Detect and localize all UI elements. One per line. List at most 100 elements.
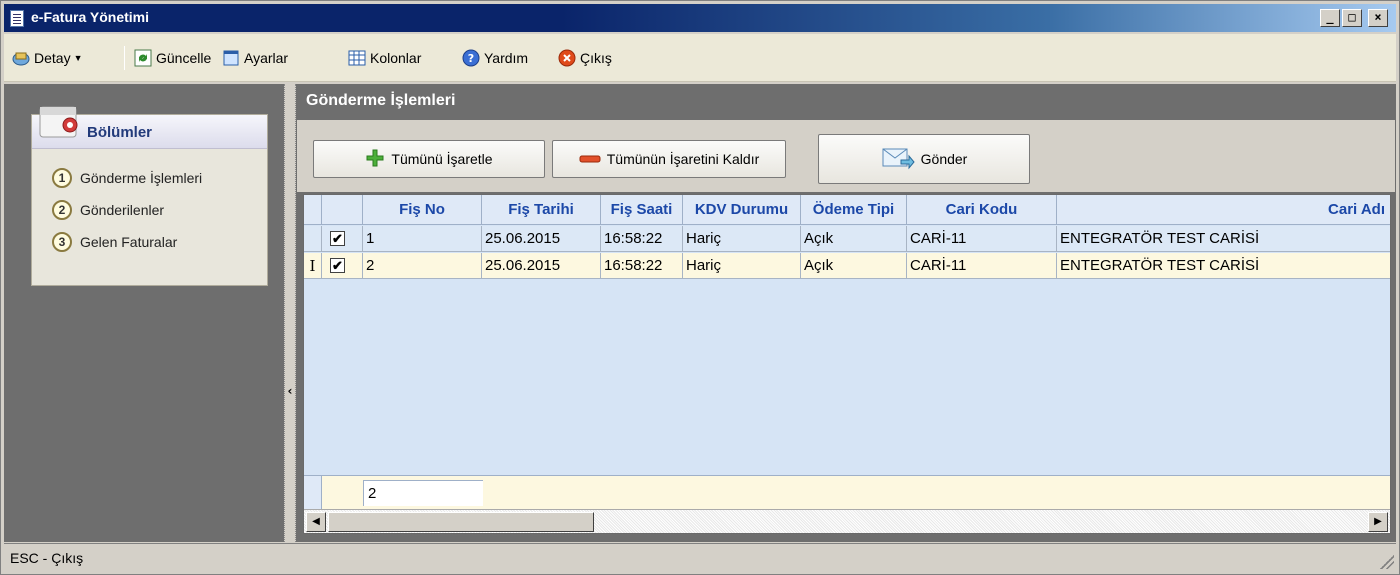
panel-splitter[interactable]: ‹ — [284, 84, 296, 542]
action-bar: Tümünü İşaretle Tümünün İşaretini Kaldır… — [297, 120, 1395, 192]
deselect-all-button[interactable]: Tümünün İşaretini Kaldır — [552, 140, 786, 178]
scroll-thumb[interactable] — [328, 512, 594, 532]
deselect-all-label: Tümünün İşaretini Kaldır — [606, 151, 760, 167]
resize-grip-icon[interactable] — [1380, 555, 1394, 569]
cell-kdv-durumu[interactable]: Hariç — [683, 226, 801, 252]
sidebar-item-label: Gelen Faturalar — [80, 234, 178, 250]
cell-kdv-durumu[interactable]: Hariç — [683, 253, 801, 279]
row-checkbox-cell[interactable]: ✔ — [322, 253, 363, 279]
document-icon — [10, 10, 24, 27]
cell-fis-saati[interactable]: 16:58:22 — [601, 226, 683, 252]
number-badge: 2 — [52, 200, 72, 220]
select-all-label: Tümünü İşaretle — [391, 151, 493, 167]
column-header[interactable]: Ödeme Tipi — [801, 195, 907, 225]
column-header[interactable]: Fiş Saati — [601, 195, 683, 225]
guncelle-label: Güncelle — [156, 50, 212, 66]
guncelle-button[interactable]: Güncelle — [134, 47, 211, 69]
detay-label: Detay — [34, 50, 71, 66]
table-row[interactable]: ✔ 1 25.06.2015 16:58:22 Hariç Açık CARİ-… — [304, 226, 1390, 252]
send-mail-icon — [881, 146, 915, 173]
help-icon: ? — [462, 49, 480, 67]
cell-fis-tarihi[interactable]: 25.06.2015 — [482, 253, 601, 279]
columns-icon — [348, 49, 366, 67]
chevron-left-icon[interactable]: ‹ — [285, 384, 295, 398]
number-badge: 3 — [52, 232, 72, 252]
settings-window-icon — [222, 49, 240, 67]
sections-box: Bölümler 1 Gönderme İşlemleri 2 Gönderil… — [31, 106, 268, 286]
sidebar-item-gonderilenler[interactable]: 2 Gönderilenler — [52, 199, 164, 221]
cell-odeme-tipi[interactable]: Açık — [801, 226, 907, 252]
kolonlar-button[interactable]: Kolonlar — [348, 47, 421, 69]
check-column-header[interactable] — [322, 195, 363, 225]
row-indicator: I — [304, 253, 322, 279]
calendar-icon — [36, 97, 84, 143]
cell-cari-adi[interactable]: ENTEGRATÖR TEST CARİSİ — [1057, 226, 1391, 252]
plus-icon — [365, 148, 385, 171]
yardim-button[interactable]: ? Yardım — [462, 47, 528, 69]
send-label: Gönder — [920, 151, 968, 167]
toolbar: Detay ▼ Güncelle Ayarlar Kolonlar ? Yard… — [4, 34, 1396, 82]
cikis-button[interactable]: Çıkış — [558, 47, 612, 69]
footer-indicator — [304, 476, 322, 509]
sections-header[interactable]: Bölümler — [32, 106, 267, 149]
cell-cari-adi[interactable]: ENTEGRATÖR TEST CARİSİ — [1057, 253, 1391, 279]
cell-fis-no[interactable]: 1 — [363, 226, 482, 252]
detay-menu-button[interactable]: Detay ▼ — [12, 47, 83, 69]
row-indicator-header — [304, 195, 322, 225]
column-header[interactable]: KDV Durumu — [683, 195, 801, 225]
app-window: e-Fatura Yönetimi _ □ × Detay ▼ Güncelle… — [0, 0, 1400, 575]
row-checkbox[interactable]: ✔ — [330, 231, 345, 246]
maximize-button[interactable]: □ — [1342, 9, 1362, 27]
column-header[interactable]: Fiş Tarihi — [482, 195, 601, 225]
row-checkbox-cell[interactable]: ✔ — [322, 226, 363, 252]
cell-cari-kodu[interactable]: CARİ-11 — [907, 226, 1057, 252]
sidebar-item-label: Gönderme İşlemleri — [80, 170, 203, 186]
column-header[interactable]: Cari Kodu — [907, 195, 1057, 225]
yardim-label: Yardım — [484, 50, 529, 66]
horizontal-scrollbar[interactable]: ◀ ▶ — [304, 509, 1390, 533]
row-indicator — [304, 226, 322, 252]
row-checkbox[interactable]: ✔ — [330, 258, 345, 273]
sections-title: Bölümler — [87, 124, 153, 141]
exit-icon — [558, 49, 576, 67]
grid-footer: 2 — [304, 475, 1390, 509]
cell-fis-no[interactable]: 2 — [363, 253, 482, 279]
page-title: Gönderme İşlemleri — [306, 92, 456, 109]
invoice-grid: Fiş No Fiş Tarihi Fiş Saati KDV Durumu Ö… — [303, 194, 1391, 534]
cikis-label: Çıkış — [580, 50, 612, 66]
table-row-selected[interactable]: I ✔ 2 25.06.2015 16:58:22 Hariç Açık CAR… — [304, 253, 1390, 279]
cell-odeme-tipi[interactable]: Açık — [801, 253, 907, 279]
refresh-icon — [134, 49, 152, 67]
minus-icon — [579, 151, 601, 167]
title-bar: e-Fatura Yönetimi _ □ × — [4, 4, 1396, 32]
select-all-button[interactable]: Tümünü İşaretle — [313, 140, 545, 178]
status-bar: ESC - Çıkış — [4, 543, 1396, 571]
sidebar-item-gonderme[interactable]: 1 Gönderme İşlemleri — [52, 167, 202, 189]
sidebar-item-gelen-faturalar[interactable]: 3 Gelen Faturalar — [52, 231, 177, 253]
number-badge: 1 — [52, 168, 72, 188]
sidebar-item-label: Gönderilenler — [80, 202, 165, 218]
grid-header: Fiş No Fiş Tarihi Fiş Saati KDV Durumu Ö… — [304, 195, 1390, 225]
scroll-right-button[interactable]: ▶ — [1368, 512, 1388, 532]
svg-text:?: ? — [468, 52, 474, 65]
status-text: ESC - Çıkış — [10, 550, 84, 566]
cell-cari-kodu[interactable]: CARİ-11 — [907, 253, 1057, 279]
ayarlar-button[interactable]: Ayarlar — [222, 47, 288, 69]
minimize-button[interactable]: _ — [1320, 9, 1340, 27]
column-header[interactable]: Cari Adı — [1057, 195, 1391, 225]
send-button[interactable]: Gönder — [818, 134, 1030, 184]
record-count: 2 — [363, 480, 483, 506]
ayarlar-label: Ayarlar — [244, 50, 289, 66]
sidebar-panel: Bölümler 1 Gönderme İşlemleri 2 Gönderil… — [4, 84, 284, 542]
kolonlar-label: Kolonlar — [370, 50, 422, 66]
close-button[interactable]: × — [1368, 9, 1388, 27]
window-title: e-Fatura Yönetimi — [31, 9, 149, 25]
cell-fis-tarihi[interactable]: 25.06.2015 — [482, 226, 601, 252]
scroll-left-button[interactable]: ◀ — [306, 512, 326, 532]
toolbar-separator — [124, 46, 125, 70]
cell-fis-saati[interactable]: 16:58:22 — [601, 253, 683, 279]
details-icon — [12, 49, 30, 67]
column-header[interactable]: Fiş No — [363, 195, 482, 225]
main-panel: Gönderme İşlemleri Tümünü İşaretle Tümün… — [296, 84, 1396, 542]
chevron-down-icon: ▼ — [73, 53, 83, 63]
